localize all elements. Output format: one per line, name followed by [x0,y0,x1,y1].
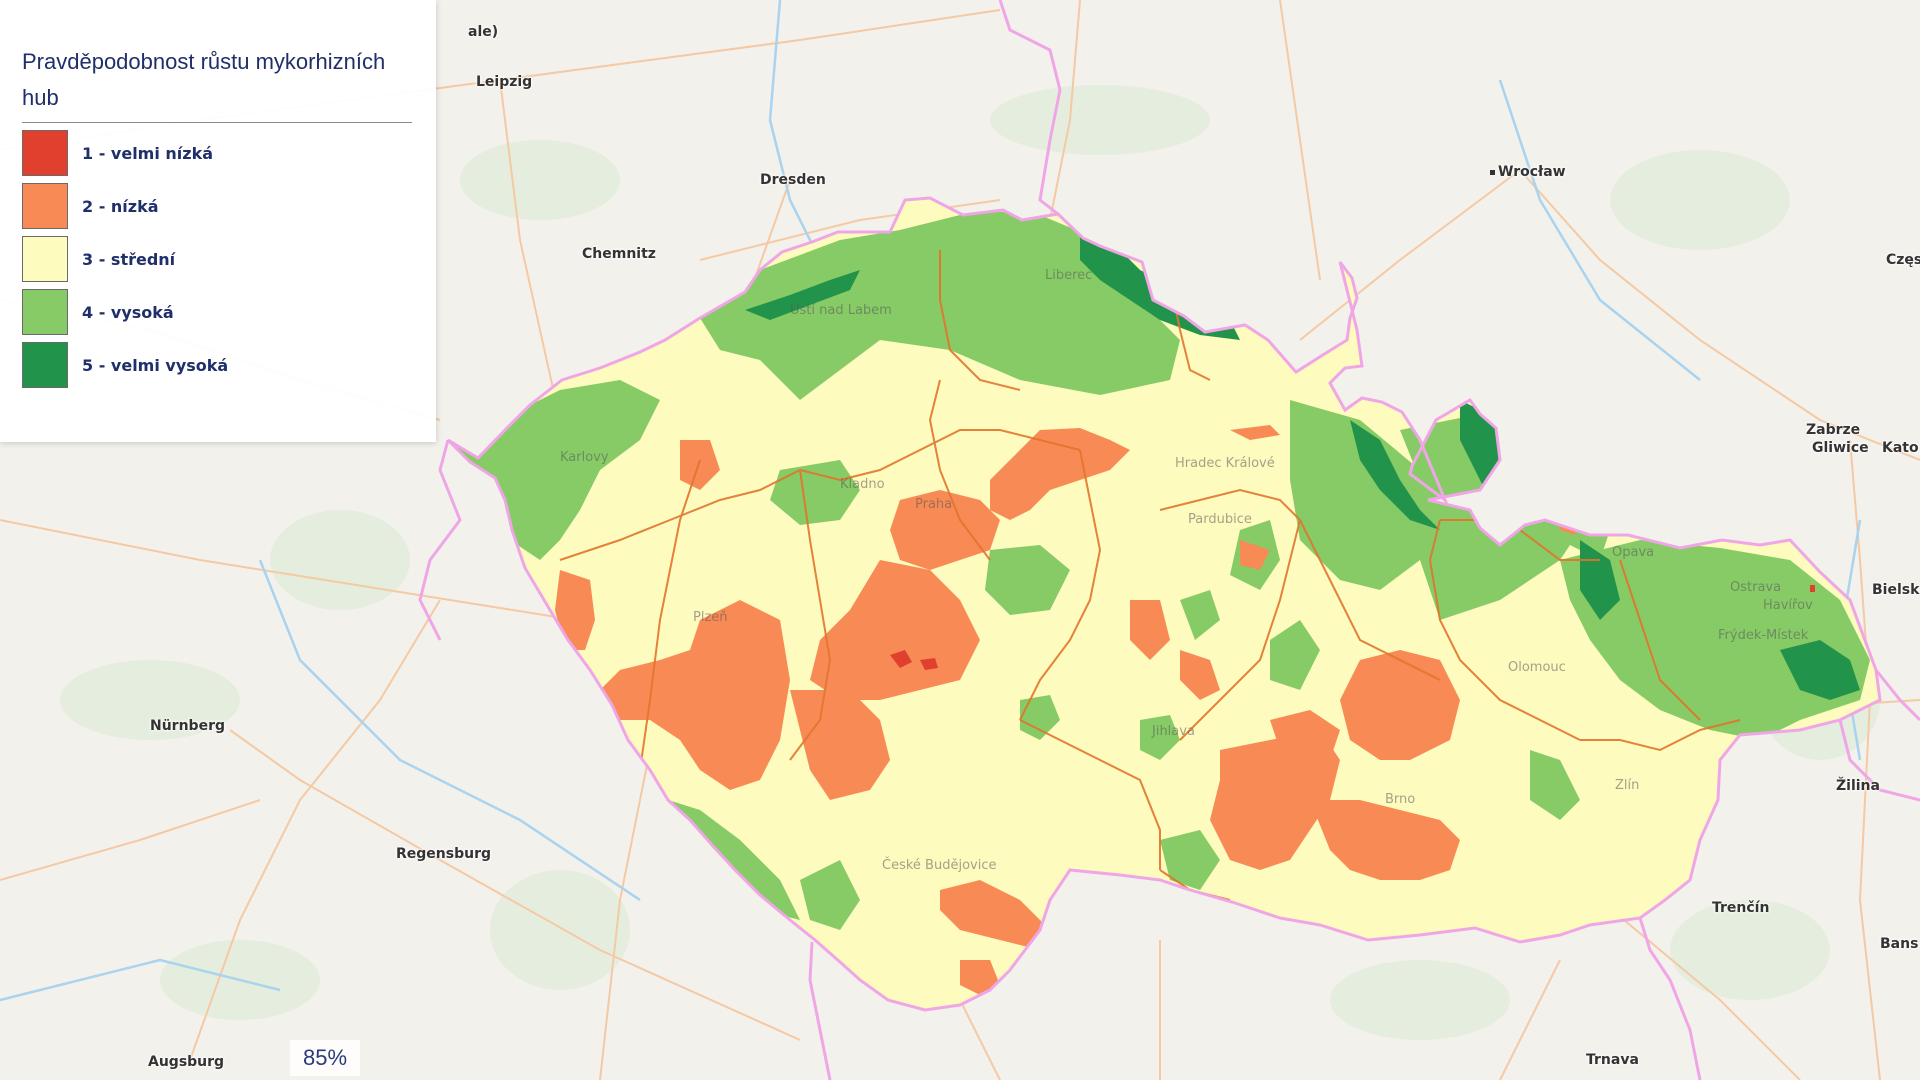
city-wroclaw: Wrocław [1490,164,1566,180]
zoom-level-indicator: 85% [290,1040,360,1076]
legend-divider [22,122,412,123]
legend-swatch-very-high [22,342,68,388]
city-zabrze: Zabrze [1806,422,1861,438]
city-katowice: Kato [1882,440,1919,456]
legend-label-very-high: 5 - velmi vysoká [82,356,229,375]
legend-swatch-high [22,289,68,335]
label-hradec: Hradec Králové [1175,456,1275,471]
label-zlin: Zlín [1615,778,1640,793]
city-bielsko: Bielsk [1872,582,1920,598]
city-halle: ale) [468,24,499,40]
city-zilina: Žilina [1836,778,1880,794]
legend-item-very-high: 5 - velmi vysoká [22,342,422,390]
label-olomouc: Olomouc [1508,660,1566,675]
city-czestochowa: Częs [1886,252,1920,268]
legend-label-low: 2 - nízká [82,197,159,216]
legend-label-very-low: 1 - velmi nízká [82,144,214,163]
city-trnava: Trnava [1586,1052,1639,1068]
legend-title: Pravděpodobnost růstu mykorhizních hub [22,49,386,110]
city-dot-icon [1490,169,1495,175]
label-pardubice: Pardubice [1188,512,1252,527]
label-kladno: Kladno [840,477,885,492]
label-karlovy: Karlovy [560,450,609,465]
label-frydek: Frýdek-Místek [1718,628,1809,643]
label-brno: Brno [1385,792,1416,807]
legend-panel: Pravděpodobnost růstu mykorhizních hub 1… [0,0,436,442]
label-ostrava: Ostrava [1730,580,1782,595]
label-budejovice: České Budějovice [882,858,997,873]
label-plzen: Plzeň [693,610,728,625]
city-regensburg: Regensburg [396,846,492,862]
legend-swatch-low [22,183,68,229]
city-gliwice: Gliwice [1812,440,1869,456]
label-jihlava: Jihlava [1152,724,1195,739]
city-trencin: Trenčín [1712,900,1770,916]
city-nurnberg: Nürnberg [150,718,225,734]
label-havirov: Havířov [1763,598,1813,613]
legend-label-medium: 3 - střední [82,250,176,269]
legend-item-high: 4 - vysoká [22,289,422,337]
label-opava: Opava [1612,545,1655,560]
label-praha: Praha [915,497,953,512]
legend-item-low: 2 - nízká [22,183,422,231]
city-chemnitz: Chemnitz [582,246,656,262]
label-liberec: Liberec [1045,268,1093,283]
city-augsburg: Augsburg [148,1054,225,1070]
legend-label-high: 4 - vysoká [82,303,174,322]
legend-swatch-very-low [22,130,68,176]
label-usti: Ústí nad Labem [790,303,892,318]
legend-item-very-low: 1 - velmi nízká [22,130,422,178]
city-banska: Bans [1880,936,1919,952]
legend-item-medium: 3 - střední [22,236,422,284]
city-leipzig: Leipzig [476,74,533,90]
legend-swatch-medium [22,236,68,282]
city-dresden: Dresden [760,172,826,188]
